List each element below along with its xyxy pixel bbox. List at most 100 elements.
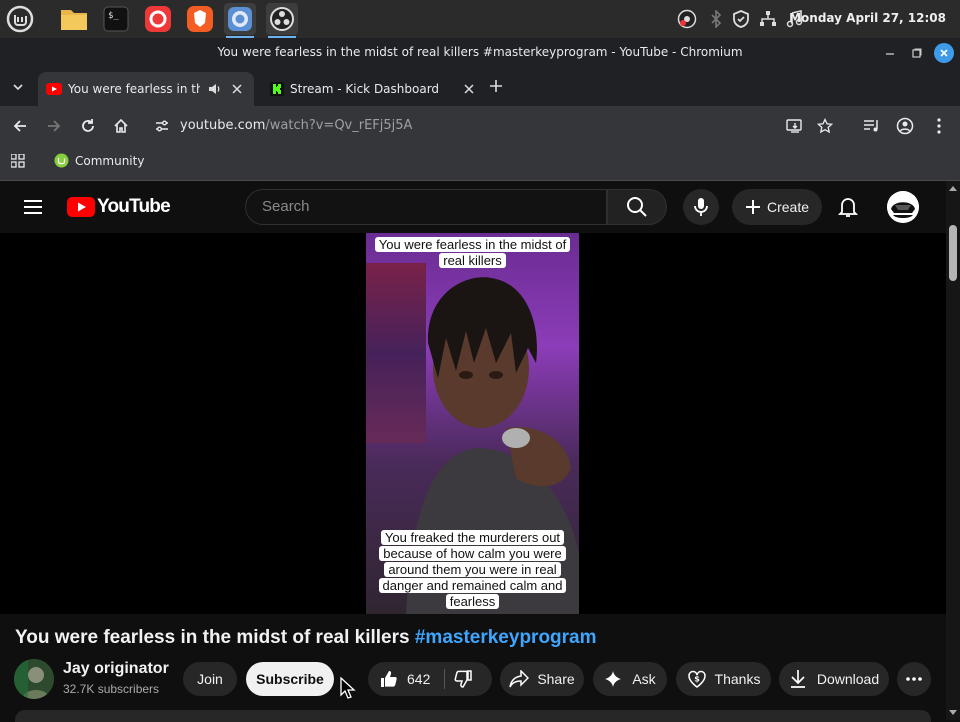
hamburger-menu-icon[interactable] xyxy=(24,199,42,215)
heart-dollar-icon: $ xyxy=(687,670,706,688)
channel-avatar[interactable] xyxy=(14,659,54,699)
bookmarks-bar: Community xyxy=(0,146,960,181)
close-tab-icon[interactable] xyxy=(464,84,474,94)
subscribe-button[interactable]: Subscribe xyxy=(246,662,334,696)
microphone-icon xyxy=(694,198,708,216)
voice-search-button[interactable] xyxy=(683,189,719,225)
search-input[interactable] xyxy=(260,197,594,216)
bookmark-star-icon[interactable] xyxy=(813,114,837,138)
reload-icon[interactable] xyxy=(76,114,100,138)
terminal-icon[interactable]: $_ xyxy=(100,3,132,35)
search-box[interactable] xyxy=(245,189,607,225)
caption-bottom-text: You freaked the murderers out because of… xyxy=(378,530,567,609)
clock[interactable]: Monday April 27, 12:08 xyxy=(789,11,946,25)
scrollbar-thumb[interactable] xyxy=(949,225,957,281)
video-frame[interactable]: You were fearless in the midst of real k… xyxy=(366,233,579,614)
plus-icon xyxy=(745,200,760,214)
site-info-icon[interactable] xyxy=(150,114,174,138)
speaker-icon[interactable] xyxy=(208,83,222,95)
like-button[interactable]: 642 xyxy=(379,669,430,689)
like-dislike-group: 642 xyxy=(368,662,492,696)
video-title: You were fearless in the midst of real k… xyxy=(15,627,597,649)
os-taskbar: $_ Monday April 27, 12:08 xyxy=(0,0,960,38)
obs-tray-icon[interactable] xyxy=(677,9,697,29)
share-button[interactable]: Share xyxy=(500,662,584,696)
kick-favicon-icon xyxy=(270,82,284,96)
home-icon[interactable] xyxy=(109,114,133,138)
browser-toolbar: youtube.com/watch?v=Qv_rEFj5j5A xyxy=(0,106,960,146)
video-player[interactable]: You were fearless in the midst of real k… xyxy=(0,233,946,614)
files-icon[interactable] xyxy=(58,3,90,35)
download-label: Download xyxy=(816,671,880,687)
back-arrow-icon[interactable] xyxy=(8,114,32,138)
video-caption-bottom: You freaked the murderers out because of… xyxy=(366,530,579,610)
maximize-icon[interactable] xyxy=(908,44,926,62)
page-scrollbar[interactable] xyxy=(946,181,960,720)
chromium-icon[interactable] xyxy=(224,3,256,38)
create-button[interactable]: Create xyxy=(732,189,822,225)
svg-text:$_: $_ xyxy=(108,11,119,21)
tab-strip: You were fearless in the midst of real k… xyxy=(0,68,960,106)
close-window-icon[interactable] xyxy=(934,43,954,63)
shield-icon[interactable] xyxy=(731,9,751,29)
forward-arrow-icon[interactable] xyxy=(42,114,66,138)
more-horizontal-icon xyxy=(906,677,922,681)
sparkle-icon xyxy=(605,671,622,687)
mouse-cursor-icon xyxy=(340,677,356,699)
like-count: 642 xyxy=(407,671,431,687)
notifications-bell-icon[interactable] xyxy=(838,196,858,218)
obs-icon[interactable] xyxy=(266,3,298,38)
thanks-button[interactable]: $ Thanks xyxy=(676,662,771,696)
search-button[interactable] xyxy=(607,189,667,225)
brave-icon[interactable] xyxy=(184,3,216,35)
share-label: Share xyxy=(537,671,575,687)
url-path: /watch?v=Qv_rEFj5j5A xyxy=(265,118,413,133)
youtube-logo[interactable]: YouTube xyxy=(67,196,171,218)
close-tab-icon[interactable] xyxy=(232,84,242,94)
youtube-header: YouTube Create xyxy=(0,181,946,233)
tab-title: Stream - Kick Dashboard xyxy=(290,82,440,96)
join-label: Join xyxy=(197,671,223,687)
youtube-logo-text: YouTube xyxy=(97,196,171,217)
dislike-button[interactable] xyxy=(454,669,474,689)
profile-icon[interactable] xyxy=(893,114,917,138)
hashtag-link[interactable]: #masterkeyprogram xyxy=(415,627,597,648)
scroll-up-icon[interactable] xyxy=(949,185,957,191)
tab-youtube[interactable]: You were fearless in the midst of real k… xyxy=(38,72,254,106)
thumbs-down-icon xyxy=(454,670,472,688)
network-icon[interactable] xyxy=(758,9,778,29)
vivaldi-icon[interactable] xyxy=(142,3,174,35)
description-box[interactable] xyxy=(15,710,931,722)
install-app-icon[interactable] xyxy=(783,114,807,138)
tab-kick[interactable]: Stream - Kick Dashboard xyxy=(262,72,480,106)
bookmark-label: Community xyxy=(75,153,145,168)
share-icon xyxy=(509,670,530,688)
tab-search-chevron-icon[interactable] xyxy=(6,75,30,99)
download-button[interactable]: Download xyxy=(779,662,889,696)
more-actions-button[interactable] xyxy=(897,662,931,696)
download-icon xyxy=(790,670,805,688)
kebab-menu-icon[interactable] xyxy=(927,114,951,138)
avatar[interactable] xyxy=(887,191,919,223)
svg-text:$: $ xyxy=(694,675,700,684)
video-caption-top: You were fearless in the midst of real k… xyxy=(366,237,579,269)
minimize-icon[interactable] xyxy=(881,44,899,62)
ask-button[interactable]: Ask xyxy=(593,662,667,696)
subscriber-count: 32.7K subscribers xyxy=(63,682,160,696)
media-controls-icon[interactable] xyxy=(860,114,884,138)
youtube-favicon-icon xyxy=(46,83,62,95)
scroll-down-icon[interactable] xyxy=(949,710,957,716)
like-divider xyxy=(444,669,445,689)
new-tab-icon[interactable] xyxy=(484,74,508,98)
channel-name[interactable]: Jay originator xyxy=(63,660,169,678)
window-titlebar: You were fearless in the midst of real k… xyxy=(0,38,960,68)
join-button[interactable]: Join xyxy=(183,662,237,696)
tab-title: You were fearless in the midst of real k… xyxy=(68,82,200,96)
bluetooth-icon[interactable] xyxy=(706,9,726,29)
window-title: You were fearless in the midst of real k… xyxy=(217,45,743,59)
bookmark-community[interactable]: Community xyxy=(54,153,144,168)
address-bar[interactable]: youtube.com/watch?v=Qv_rEFj5j5A xyxy=(180,118,412,133)
mint-menu-icon[interactable] xyxy=(4,3,36,35)
apps-grid-icon[interactable] xyxy=(11,154,25,168)
video-title-text: You were fearless in the midst of real k… xyxy=(15,627,415,648)
